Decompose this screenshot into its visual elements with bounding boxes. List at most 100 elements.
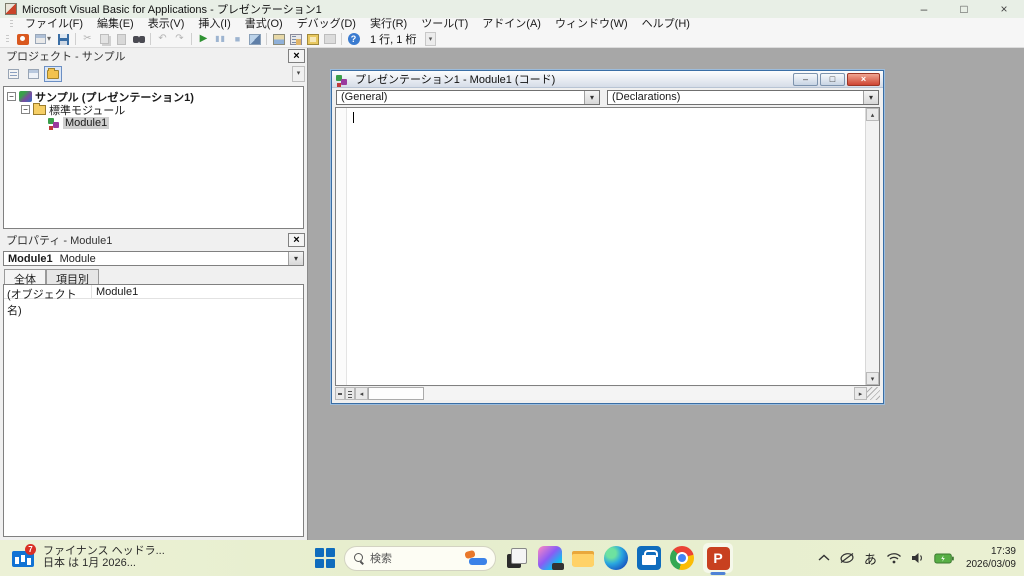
- procedure-dropdown[interactable]: (Declarations) ▾: [607, 90, 879, 105]
- properties-panel-close-button[interactable]: ×: [288, 233, 305, 247]
- tree-node-folder[interactable]: − 標準モジュール: [4, 103, 303, 116]
- microsoft-store-button[interactable]: [637, 546, 661, 570]
- widgets-button[interactable]: 7 ファイナンス ヘッドラ... 日本 は 1月 2026...: [10, 545, 165, 569]
- procedure-dropdown-value: (Declarations): [612, 91, 680, 103]
- chevron-up-icon[interactable]: [818, 554, 830, 562]
- minimize-button[interactable]: –: [904, 0, 944, 18]
- scroll-up-icon[interactable]: ▴: [866, 108, 879, 121]
- break-icon[interactable]: ▮▮: [213, 32, 228, 46]
- vertical-scrollbar[interactable]: ▴ ▾: [865, 108, 879, 385]
- paste-icon[interactable]: [114, 32, 129, 46]
- menu-format[interactable]: 書式(O): [238, 18, 290, 31]
- menu-addins[interactable]: アドイン(A): [475, 18, 548, 31]
- task-view-button[interactable]: [505, 546, 529, 570]
- menu-insert[interactable]: 挿入(I): [191, 18, 237, 31]
- tray-time: 17:39: [966, 545, 1016, 558]
- properties-panel-header[interactable]: プロパティ - Module1 ×: [0, 232, 307, 248]
- menu-run[interactable]: 実行(R): [363, 18, 414, 31]
- clock[interactable]: 17:39 2026/03/09: [966, 545, 1016, 571]
- run-icon[interactable]: ▶: [196, 32, 211, 46]
- help-icon[interactable]: ?: [346, 32, 361, 46]
- horizontal-scrollbar-track[interactable]: [424, 387, 854, 400]
- eye-slash-icon[interactable]: [839, 552, 855, 564]
- menu-file[interactable]: ファイル(F): [18, 18, 90, 31]
- tray-date: 2026/03/09: [966, 558, 1016, 571]
- procedure-view-button[interactable]: [335, 387, 345, 400]
- undo-icon[interactable]: ↶: [155, 32, 170, 46]
- ime-indicator[interactable]: あ: [864, 549, 877, 568]
- close-button[interactable]: ×: [984, 0, 1024, 18]
- scroll-right-icon[interactable]: ▸: [854, 387, 867, 400]
- menu-view[interactable]: 表示(V): [141, 18, 192, 31]
- object-dropdown-value: (General): [341, 91, 387, 103]
- collapse-icon[interactable]: −: [21, 105, 30, 114]
- edge-button[interactable]: [604, 546, 628, 570]
- resize-grip[interactable]: [867, 387, 880, 400]
- tree-node-module[interactable]: Module1: [4, 116, 303, 129]
- project-explorer-icon[interactable]: [271, 32, 286, 46]
- object-dropdown[interactable]: (General) ▾: [336, 90, 600, 105]
- chrome-button[interactable]: [670, 546, 694, 570]
- redo-icon[interactable]: ↷: [172, 32, 187, 46]
- toolbar-separator: [266, 33, 267, 45]
- project-panel-header[interactable]: プロジェクト - サンプル ×: [0, 48, 307, 64]
- view-object-icon[interactable]: [24, 66, 42, 82]
- toggle-folders-icon[interactable]: [44, 66, 62, 82]
- menu-window[interactable]: ウィンドウ(W): [548, 18, 635, 31]
- project-panel-scroll-button[interactable]: ▾: [292, 66, 305, 82]
- selector-object-name: Module1: [8, 253, 53, 265]
- properties-window-icon[interactable]: [288, 32, 303, 46]
- copy-icon[interactable]: [97, 32, 112, 46]
- copilot-button[interactable]: [538, 546, 562, 570]
- cut-icon[interactable]: ✂: [80, 32, 95, 46]
- code-editor-area[interactable]: ▴ ▾: [335, 107, 880, 386]
- insert-userform-icon[interactable]: ▾: [32, 32, 54, 46]
- menu-debug[interactable]: デバッグ(D): [290, 18, 363, 31]
- code-maximize-button[interactable]: □: [820, 73, 845, 86]
- tab-alphabetic[interactable]: 全体: [4, 269, 46, 284]
- design-mode-icon[interactable]: [247, 32, 262, 46]
- caret-position-text: 1 行, 1 桁: [370, 31, 416, 47]
- toolbar-grip[interactable]: [6, 35, 9, 44]
- toolbar-separator: [191, 33, 192, 45]
- view-code-icon[interactable]: [4, 66, 22, 82]
- object-browser-icon[interactable]: [305, 32, 320, 46]
- toolbar-overflow-button[interactable]: ▾: [425, 32, 436, 46]
- toolbox-icon[interactable]: [322, 32, 337, 46]
- menu-tools[interactable]: ツール(T): [414, 18, 475, 31]
- menubar-grip[interactable]: [10, 20, 13, 29]
- collapse-icon[interactable]: −: [7, 92, 16, 101]
- save-icon[interactable]: [56, 32, 71, 46]
- vba-app-icon: [5, 3, 17, 15]
- property-row[interactable]: (オブジェクト名) Module1: [4, 285, 303, 299]
- object-selector-dropdown[interactable]: Module1 Module ▾: [3, 251, 304, 266]
- project-panel-close-button[interactable]: ×: [288, 49, 305, 63]
- powerpoint-button-active[interactable]: P: [703, 543, 733, 573]
- code-close-button[interactable]: ×: [847, 73, 880, 86]
- maximize-button[interactable]: □: [944, 0, 984, 18]
- full-module-view-button[interactable]: [345, 387, 355, 400]
- view-powerpoint-icon[interactable]: [15, 32, 30, 46]
- search-box[interactable]: 検索: [344, 546, 496, 571]
- menu-edit[interactable]: 編集(E): [90, 18, 141, 31]
- code-minimize-button[interactable]: –: [793, 73, 818, 86]
- chevron-down-icon[interactable]: ▾: [584, 91, 599, 104]
- code-window-titlebar[interactable]: プレゼンテーション1 - Module1 (コード) – □ ×: [332, 71, 883, 88]
- file-explorer-button[interactable]: [571, 546, 595, 570]
- scroll-down-icon[interactable]: ▾: [866, 372, 879, 385]
- project-explorer-panel: プロジェクト - サンプル × ▾ − サンプル (プレゼンテーション1) − …: [0, 48, 308, 232]
- reset-icon[interactable]: ■: [230, 32, 245, 46]
- wifi-icon[interactable]: [886, 552, 902, 564]
- start-button[interactable]: [315, 548, 335, 568]
- widget-subline: 日本 は 1月 2026...: [43, 557, 165, 569]
- scroll-left-icon[interactable]: ◂: [355, 387, 368, 400]
- property-value-cell[interactable]: Module1: [92, 285, 303, 298]
- find-icon[interactable]: [131, 32, 146, 46]
- menu-help[interactable]: ヘルプ(H): [635, 18, 697, 31]
- speaker-icon[interactable]: [911, 552, 925, 564]
- chevron-down-icon[interactable]: ▾: [288, 252, 303, 265]
- tab-categorized[interactable]: 項目別: [46, 269, 99, 284]
- horizontal-scrollbar-thumb[interactable]: [368, 387, 424, 400]
- battery-icon[interactable]: [934, 553, 954, 564]
- chevron-down-icon[interactable]: ▾: [863, 91, 878, 104]
